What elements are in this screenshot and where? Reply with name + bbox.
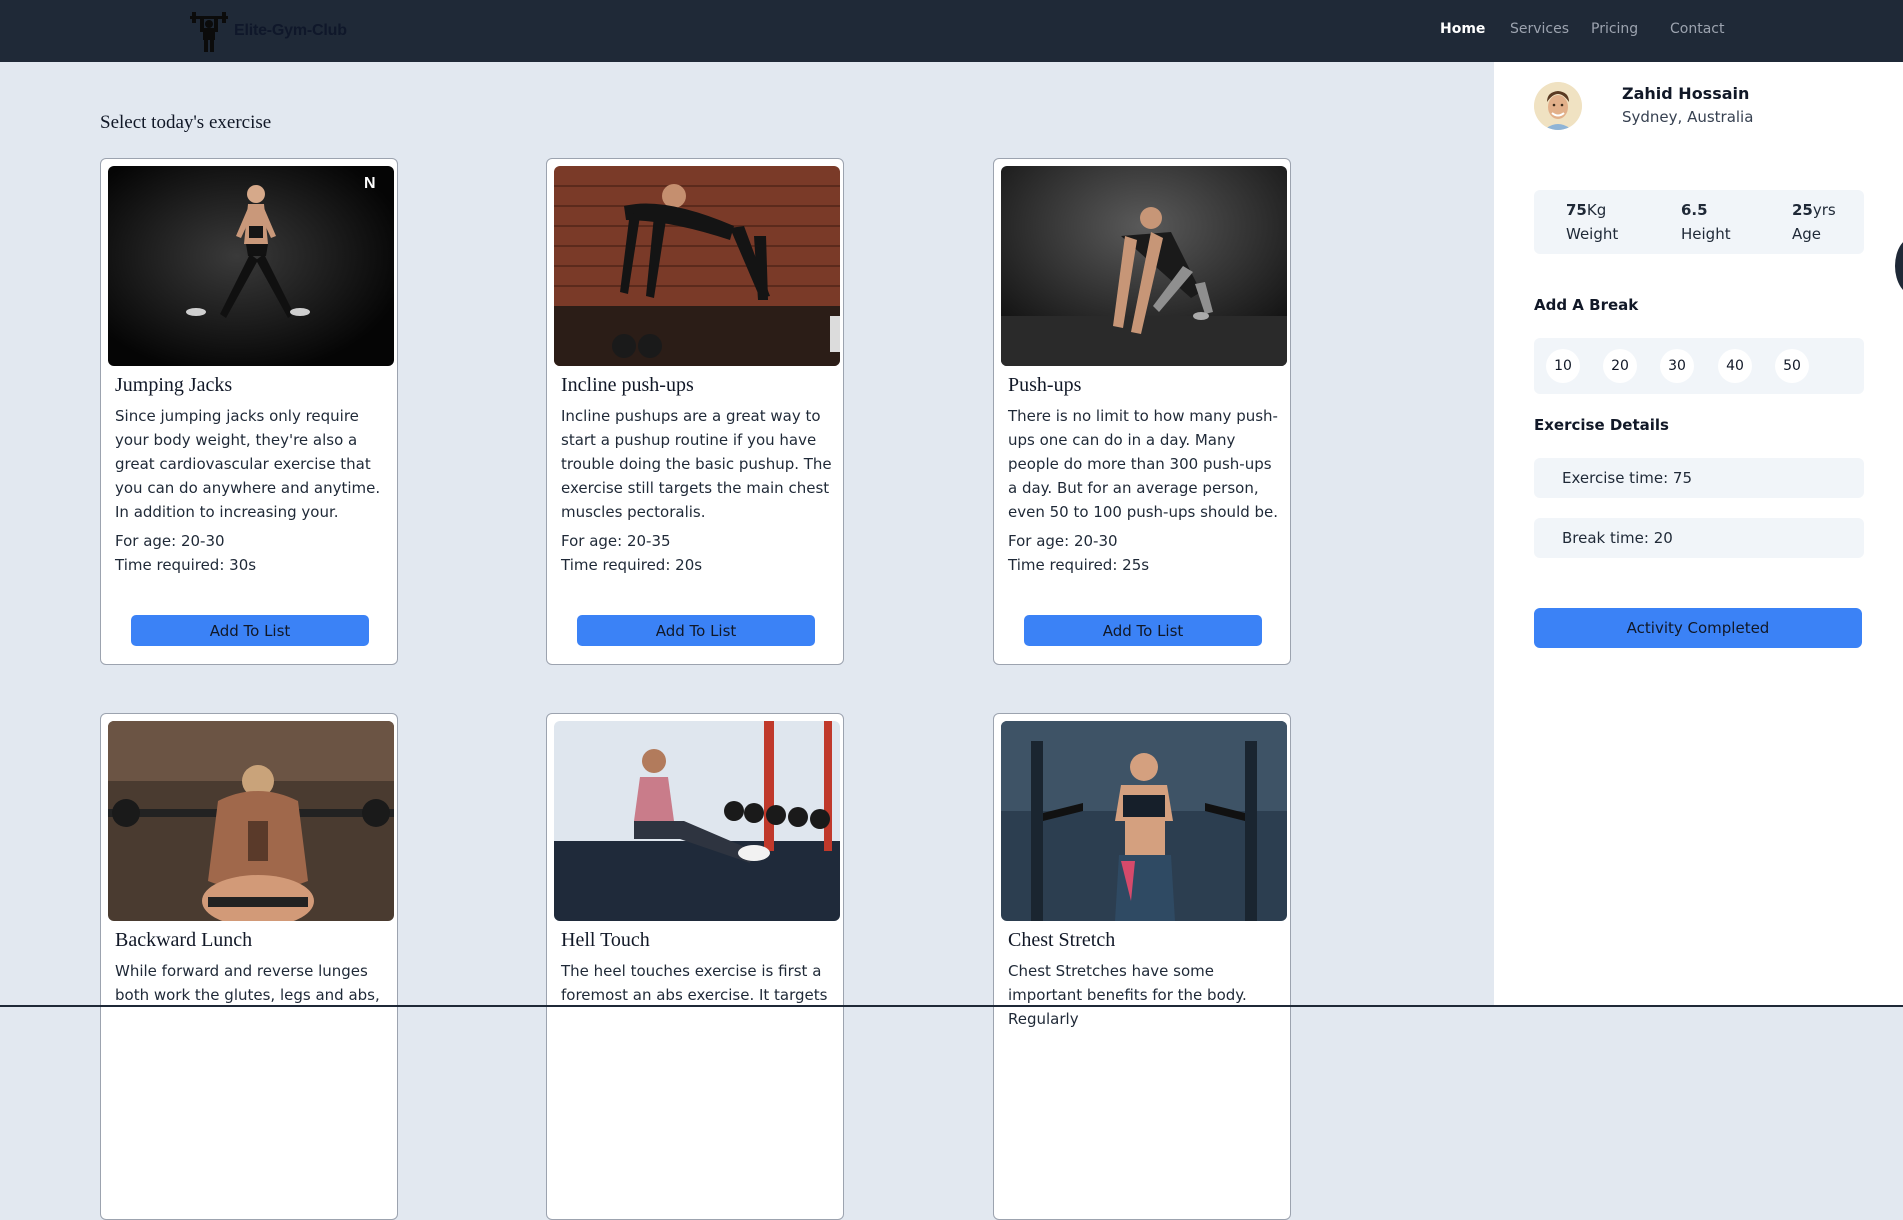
nav-link-contact[interactable]: Contact — [1670, 21, 1724, 37]
exercise-image — [554, 721, 840, 921]
exercise-time: Time required: 20s — [561, 556, 703, 574]
stat-age-label: Age — [1792, 225, 1822, 243]
exercise-time-box: Exercise time: 75 — [1534, 458, 1864, 498]
exercise-name: Push-ups — [1008, 374, 1082, 396]
exercise-image — [108, 721, 394, 921]
exercise-name: Backward Lunch — [115, 929, 253, 951]
stat-height-label: Height — [1681, 225, 1731, 243]
page-title: Select today's exercise — [100, 112, 272, 133]
exercise-card: N Jumping Jacks Since jumping jacks only… — [100, 158, 398, 665]
exercise-card: Incline push-ups Incline pushups are a g… — [546, 158, 844, 665]
exercise-details-heading: Exercise Details — [1534, 416, 1669, 434]
add-to-list-button[interactable]: Add To List — [577, 615, 815, 646]
stat-age-unit: yrs — [1812, 201, 1836, 219]
exercise-image — [1001, 721, 1287, 921]
break-option-20[interactable]: 20 — [1603, 349, 1637, 383]
stat-age-value: 25 — [1792, 201, 1813, 219]
add-to-list-button[interactable]: Add To List — [1024, 615, 1262, 646]
exercise-description: The heel touches exercise is first a for… — [561, 962, 828, 1004]
exercise-card: Chest Stretch Chest Stretches have some … — [993, 713, 1291, 1220]
exercise-image — [1001, 166, 1287, 366]
navbar: Elite-Gym-Club Home Services Pricing Con… — [0, 0, 1903, 62]
profile-name: Zahid Hossain — [1622, 84, 1750, 103]
exercise-meta: For age: 20-35 Time required: 20s — [561, 529, 833, 577]
exercise-description: Since jumping jacks only require your bo… — [115, 407, 381, 521]
exercise-age: For age: 20-30 — [115, 532, 225, 550]
add-to-list-button[interactable]: Add To List — [131, 615, 369, 646]
nav-link-home[interactable]: Home — [1440, 21, 1485, 37]
break-options: 10 20 30 40 50 — [1534, 338, 1864, 394]
profile-sidebar: Zahid Hossain Sydney, Australia 75Kg Wei… — [1494, 62, 1903, 1007]
exercise-image: N — [108, 166, 394, 366]
stat-height-value: 6.5 — [1681, 201, 1708, 219]
exercise-name: Incline push-ups — [561, 374, 694, 396]
exercise-age: For age: 20-30 — [1008, 532, 1118, 550]
exercise-time: Time required: 25s — [1008, 556, 1150, 574]
exercise-name: Jumping Jacks — [115, 374, 233, 396]
stat-weight-value: 75 — [1566, 201, 1587, 219]
exercise-card: Backward Lunch While forward and reverse… — [100, 713, 398, 1220]
profile-stats: 75Kg Weight 6.5 Height 25yrs Age — [1534, 190, 1864, 254]
exercise-card: Hell Touch The heel touches exercise is … — [546, 713, 844, 1220]
exercise-name: Hell Touch — [561, 929, 650, 951]
nav-link-services[interactable]: Services — [1510, 21, 1569, 37]
stat-age: 25yrs Age — [1792, 198, 1836, 246]
stat-weight-label: Weight — [1566, 225, 1619, 243]
break-option-40[interactable]: 40 — [1718, 349, 1752, 383]
exercise-description: There is no limit to how many push-ups o… — [1008, 407, 1279, 521]
exercise-meta: For age: 20-30 Time required: 25s — [1008, 529, 1280, 577]
break-option-50[interactable]: 50 — [1775, 349, 1809, 383]
exercise-meta: For age: 20-30 Time required: 30s — [115, 529, 387, 577]
stat-weight: 75Kg Weight — [1566, 198, 1618, 246]
exercise-description: Incline pushups are a great way to start… — [561, 407, 832, 521]
break-option-10[interactable]: 10 — [1546, 349, 1580, 383]
exercise-image — [554, 166, 840, 366]
exercise-age: For age: 20-35 — [561, 532, 671, 550]
activity-completed-button[interactable]: Activity Completed — [1534, 608, 1862, 648]
nav-links: Home Services Pricing Contact — [0, 21, 1903, 41]
profile-location: Sydney, Australia — [1622, 108, 1754, 126]
stat-height: 6.5 Height — [1681, 198, 1731, 246]
avatar — [1534, 82, 1582, 130]
svg-text:N: N — [364, 175, 376, 192]
exercise-description: Chest Stretches have some important bene… — [1008, 962, 1247, 1028]
exercise-name: Chest Stretch — [1008, 929, 1116, 951]
nav-link-pricing[interactable]: Pricing — [1591, 21, 1638, 37]
break-option-30[interactable]: 30 — [1660, 349, 1694, 383]
exercise-card: Push-ups There is no limit to how many p… — [993, 158, 1291, 665]
exercise-time: Time required: 30s — [115, 556, 257, 574]
exercise-description: While forward and reverse lunges both wo… — [115, 962, 380, 1004]
break-time-box: Break time: 20 — [1534, 518, 1864, 558]
stat-weight-unit: Kg — [1586, 201, 1607, 219]
break-heading: Add A Break — [1534, 296, 1639, 314]
